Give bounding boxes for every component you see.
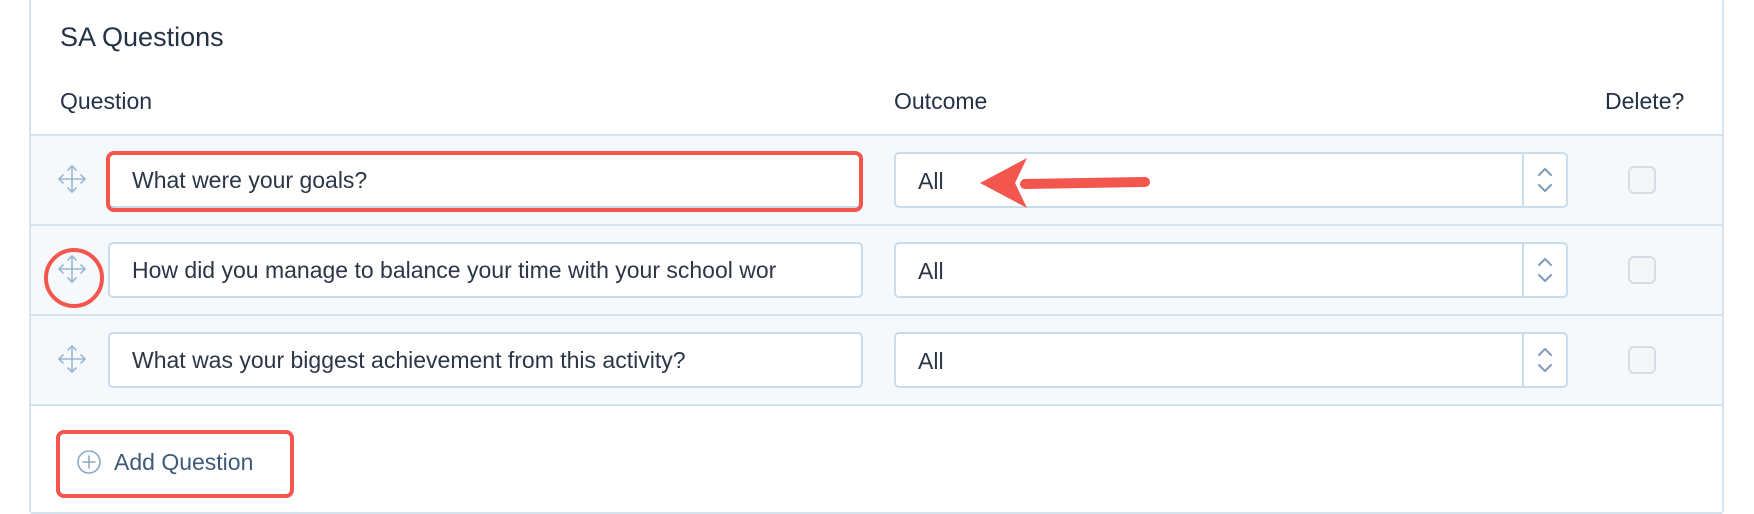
outcome-select-value: All <box>918 168 944 194</box>
column-header-delete: Delete? <box>1605 88 1685 114</box>
question-row: All <box>31 314 1722 406</box>
drag-handle-icon[interactable] <box>57 254 87 284</box>
question-input[interactable] <box>108 332 863 388</box>
question-row: All <box>31 134 1722 224</box>
questions-list: All All <box>31 134 1722 406</box>
delete-checkbox[interactable] <box>1628 346 1656 374</box>
drag-handle-icon[interactable] <box>57 344 87 374</box>
section-title: SA Questions <box>60 22 224 52</box>
delete-checkbox[interactable] <box>1628 256 1656 284</box>
outcome-select[interactable]: All <box>894 152 1568 208</box>
delete-checkbox[interactable] <box>1628 166 1656 194</box>
add-question-label: Add Question <box>114 449 254 475</box>
question-input[interactable] <box>108 152 863 208</box>
question-row: All <box>31 224 1722 314</box>
outcome-select[interactable]: All <box>894 242 1568 298</box>
outcome-select-value: All <box>918 348 944 374</box>
plus-circle-icon <box>77 450 101 474</box>
chevron-up-down-icon <box>1522 334 1566 386</box>
question-input[interactable] <box>108 242 863 298</box>
outcome-select[interactable]: All <box>894 332 1568 388</box>
outcome-select-value: All <box>918 258 944 284</box>
chevron-up-down-icon <box>1522 154 1566 206</box>
column-header-question: Question <box>60 88 153 114</box>
column-header-outcome: Outcome <box>894 88 988 114</box>
add-question-button[interactable]: Add Question <box>76 447 253 477</box>
chevron-up-down-icon <box>1522 244 1566 296</box>
drag-handle-icon[interactable] <box>57 164 87 194</box>
